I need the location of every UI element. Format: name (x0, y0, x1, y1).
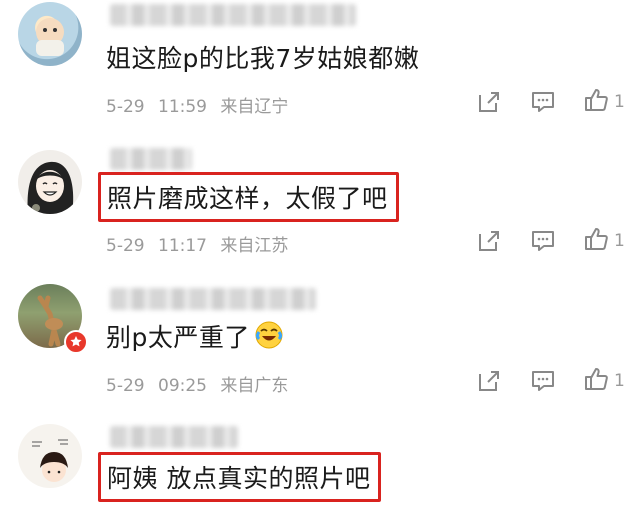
user-avatar[interactable] (18, 150, 82, 214)
thumbs-up-icon[interactable] (583, 87, 609, 113)
avatar-image (32, 439, 68, 482)
comment-time: 11:17 (158, 236, 207, 256)
share-icon[interactable] (476, 228, 502, 254)
comment-time: 11:59 (158, 97, 207, 117)
verified-badge-icon (64, 330, 88, 354)
thumbs-up-icon[interactable] (583, 226, 609, 252)
comment-icon[interactable] (530, 89, 556, 115)
share-icon[interactable] (476, 368, 502, 394)
comment-text: 别p太严重了 (106, 318, 284, 356)
username-blurred[interactable] (110, 426, 238, 448)
comment-text: 姐这脸p的比我7岁姑娘都嫩 (106, 44, 420, 73)
comment-text-body: 别p太严重了 (106, 323, 250, 352)
username-blurred[interactable] (110, 148, 192, 170)
laughing-tears-emoji (254, 320, 284, 356)
comment-location: 来自江苏 (220, 236, 289, 256)
username-blurred[interactable] (110, 288, 316, 310)
comment-meta: 5-29 09:25 来自广东 (106, 371, 288, 396)
user-avatar[interactable] (18, 424, 82, 488)
comment-meta: 5-29 11:59 来自辽宁 (106, 92, 288, 117)
comment-location: 来自辽宁 (220, 97, 289, 117)
avatar-image (27, 161, 74, 214)
user-avatar[interactable] (18, 2, 82, 66)
username-blurred[interactable] (110, 4, 356, 26)
comment-icon[interactable] (530, 368, 556, 394)
share-icon[interactable] (476, 89, 502, 115)
like-count: 1 (614, 92, 625, 112)
comment-time: 09:25 (158, 376, 207, 396)
like-count: 1 (614, 371, 625, 391)
thumbs-up-icon[interactable] (583, 366, 609, 392)
comment-date: 5-29 (106, 97, 145, 117)
comment-text: 照片磨成这样，太假了吧 (98, 172, 399, 222)
comment-location: 来自广东 (220, 376, 289, 396)
comment-date: 5-29 (106, 376, 145, 396)
like-count: 1 (614, 231, 625, 251)
comment-date: 5-29 (106, 236, 145, 256)
comment-text: 阿姨 放点真实的照片吧 (98, 452, 382, 502)
avatar-image (36, 18, 64, 56)
comment-icon[interactable] (530, 228, 556, 254)
comment-meta: 5-29 11:17 来自江苏 (106, 231, 288, 256)
